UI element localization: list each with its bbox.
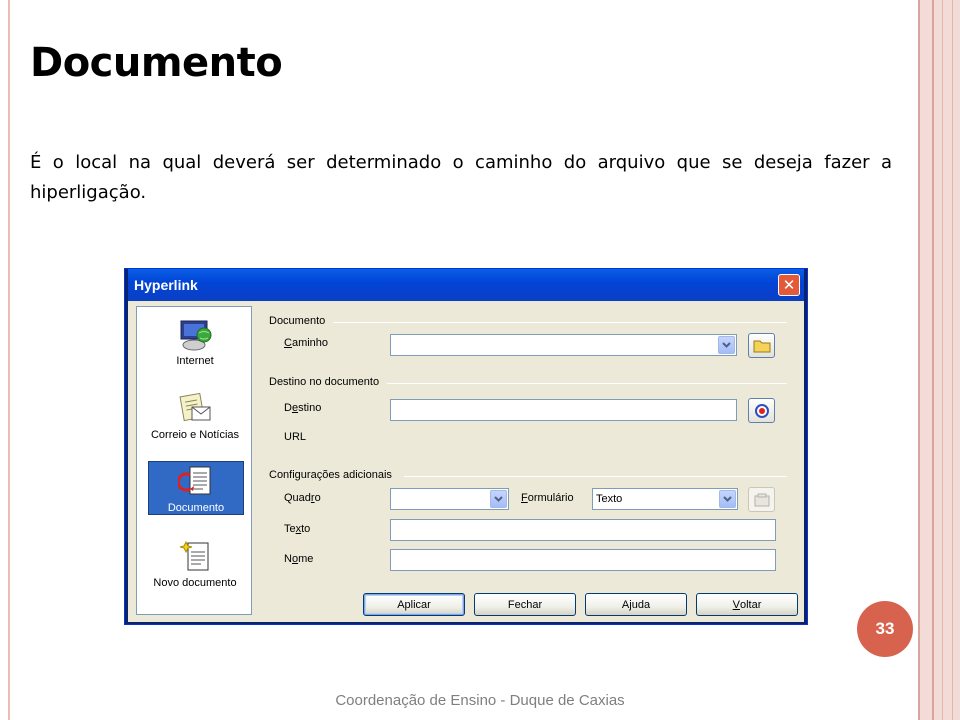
close-button[interactable]: Fechar <box>474 593 576 616</box>
group-divider <box>333 322 787 323</box>
slide-left-rule <box>8 0 10 720</box>
slide-right-band <box>918 0 960 720</box>
hyperlink-dialog: Hyperlink ✕ Internet Correio e Notícias … <box>124 268 808 625</box>
text-field[interactable] <box>390 519 776 541</box>
sidebar-item-label: Documento <box>167 502 225 514</box>
url-label: URL <box>284 431 307 443</box>
chevron-down-icon[interactable] <box>718 336 735 354</box>
text-label: Texto <box>284 523 311 535</box>
hyperlink-type-list: Internet Correio e Notícias Documento No… <box>136 306 252 615</box>
group-divider <box>404 476 787 477</box>
group-divider <box>387 383 787 384</box>
group-document-heading: Documento <box>269 315 326 327</box>
form-value: Texto <box>596 493 623 505</box>
target-in-document-button[interactable] <box>748 398 775 423</box>
form-label: Formulário <box>521 492 574 504</box>
sidebar-item-document[interactable]: Documento <box>148 461 244 515</box>
dialog-title: Hyperlink <box>134 277 198 293</box>
target-label: Destino <box>284 402 322 414</box>
events-icon <box>754 493 769 506</box>
page-number-badge: 33 <box>857 601 913 657</box>
chevron-down-icon[interactable] <box>719 490 736 508</box>
back-button[interactable]: Voltar <box>696 593 798 616</box>
sidebar-item-new-document[interactable]: Novo documento <box>147 535 243 589</box>
target-icon <box>754 403 769 418</box>
mail-icon <box>179 392 211 422</box>
path-label: Caminho <box>284 337 329 349</box>
dialog-titlebar: Hyperlink ✕ <box>128 269 804 301</box>
group-extra-heading: Configurações adicionais <box>269 469 392 481</box>
sidebar-item-label: Novo documento <box>153 577 237 589</box>
folder-icon <box>753 340 770 352</box>
group-target-heading: Destino no documento <box>269 376 380 388</box>
apply-button[interactable]: Aplicar <box>363 593 465 616</box>
sidebar-item-internet[interactable]: Internet <box>147 313 243 367</box>
close-icon[interactable]: ✕ <box>778 274 800 296</box>
dialog-client: Internet Correio e Notícias Documento No… <box>128 301 804 622</box>
name-label: Nome <box>284 553 314 565</box>
form-combobox[interactable]: Texto <box>592 488 738 510</box>
internet-icon <box>180 320 212 351</box>
frame-combobox[interactable] <box>390 488 509 510</box>
new-document-icon <box>179 540 209 571</box>
document-icon <box>178 466 211 495</box>
chevron-down-icon[interactable] <box>490 490 507 508</box>
slide-footer: Coordenação de Ensino - Duque de Caxias <box>335 692 625 709</box>
slide-body-text: É o local na qual deverá ser determinado… <box>30 152 892 203</box>
slide-title: Documento <box>30 40 283 86</box>
help-button[interactable]: Aj uda <box>585 593 687 616</box>
events-button[interactable] <box>748 487 775 512</box>
sidebar-item-label: Correio e Notícias <box>150 429 240 441</box>
target-field[interactable] <box>390 399 737 421</box>
frame-label: Quadro <box>284 492 321 504</box>
sidebar-item-label: Internet <box>176 355 214 367</box>
open-file-button[interactable] <box>748 333 775 358</box>
path-combobox[interactable] <box>390 334 737 356</box>
sidebar-item-mail[interactable]: Correio e Notícias <box>147 387 243 441</box>
name-field[interactable] <box>390 549 776 571</box>
